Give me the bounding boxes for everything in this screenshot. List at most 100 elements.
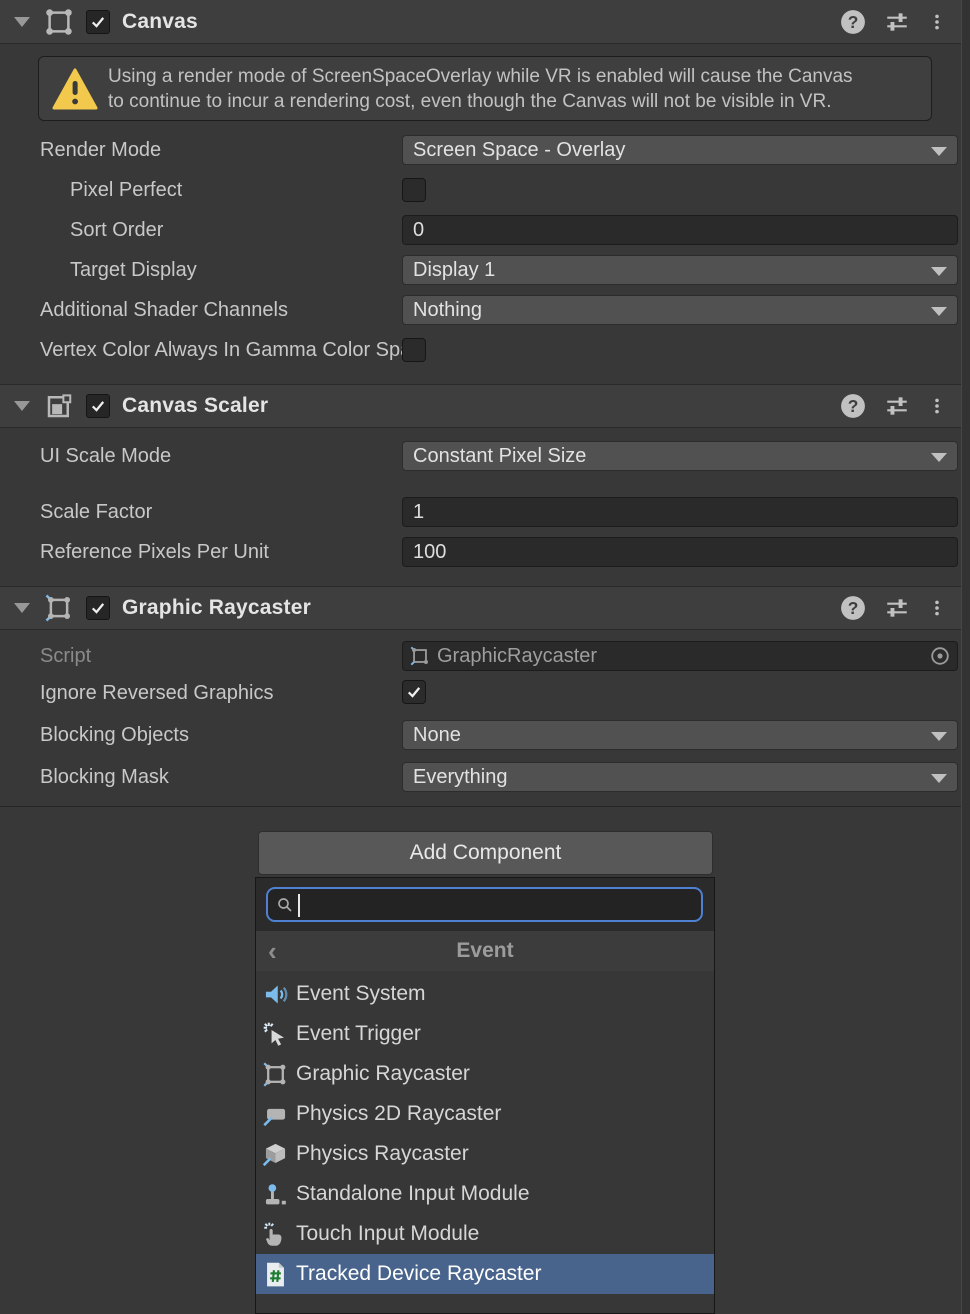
canvas-component-header[interactable]: Canvas ? (0, 0, 962, 44)
canvas-scaler-component-header[interactable]: Canvas Scaler ? (0, 384, 962, 428)
vertex-color-gamma-label: Vertex Color Always In Gamma Color Space (40, 335, 402, 365)
target-display-label: Target Display (70, 255, 197, 285)
component-menu-item[interactable]: Touch Input Module (256, 1214, 714, 1254)
physics-raycaster-icon (262, 1141, 289, 1168)
touch-input-module-icon (262, 1221, 289, 1248)
chevron-down-icon (931, 732, 947, 741)
chevron-down-icon (931, 267, 947, 276)
chevron-down-icon (931, 774, 947, 783)
help-icon[interactable]: ? (840, 595, 866, 621)
graphic-raycaster-enabled-checkbox[interactable] (86, 596, 110, 620)
target-display-dropdown[interactable]: Display 1 (402, 255, 958, 285)
blocking-mask-dropdown[interactable]: Everything (402, 762, 958, 792)
section-divider (0, 806, 962, 807)
object-picker-icon[interactable] (929, 645, 951, 667)
component-menu-item-label: Tracked Device Raycaster (296, 1262, 541, 1286)
additional-shader-channels-label: Additional Shader Channels (40, 295, 288, 325)
graphic-raycaster-icon (262, 1061, 289, 1088)
graphic-raycaster-icon (409, 645, 431, 667)
reference-pixels-per-unit-field[interactable]: 100 (402, 537, 958, 567)
presets-icon[interactable] (884, 595, 910, 621)
category-title: Event (456, 939, 513, 963)
search-icon (276, 896, 294, 914)
component-menu-item[interactable]: Graphic Raycaster (256, 1054, 714, 1094)
chevron-down-icon (931, 307, 947, 316)
event-trigger-icon (262, 1021, 289, 1048)
canvas-scaler-enabled-checkbox[interactable] (86, 394, 110, 418)
inspector-scrollbar[interactable] (961, 0, 970, 1314)
component-menu-item-label: Physics 2D Raycaster (296, 1102, 501, 1126)
category-header: ‹ Event (256, 931, 714, 971)
warning-text: Using a render mode of ScreenSpaceOverla… (108, 64, 853, 114)
component-menu-item-label: Touch Input Module (296, 1222, 479, 1246)
svg-text:?: ? (848, 396, 859, 416)
blocking-objects-dropdown[interactable]: None (402, 720, 958, 750)
component-menu-item-label: Graphic Raycaster (296, 1062, 470, 1086)
component-menu-item-label: Event System (296, 982, 426, 1006)
help-icon[interactable]: ? (840, 9, 866, 35)
kebab-menu-icon[interactable] (928, 9, 946, 35)
scale-factor-field[interactable]: 1 (402, 497, 958, 527)
component-menu-item[interactable]: Physics Raycaster (256, 1134, 714, 1174)
canvas-icon (44, 7, 74, 37)
component-title: Canvas (122, 10, 198, 34)
script-object-field[interactable]: GraphicRaycaster (402, 641, 958, 671)
component-menu-item[interactable]: Event Trigger (256, 1014, 714, 1054)
ignore-reversed-graphics-checkbox[interactable] (402, 680, 426, 704)
event-system-icon (262, 981, 289, 1008)
pixel-perfect-label: Pixel Perfect (70, 175, 182, 205)
presets-icon[interactable] (884, 393, 910, 419)
component-menu-item[interactable]: Physics 2D Raycaster (256, 1094, 714, 1134)
component-search-box[interactable] (266, 887, 703, 922)
sort-order-label: Sort Order (70, 215, 163, 245)
foldout-arrow-icon[interactable] (14, 17, 30, 27)
ignore-reversed-graphics-label: Ignore Reversed Graphics (40, 678, 273, 708)
script-label: Script (40, 641, 91, 671)
canvas-enabled-checkbox[interactable] (86, 10, 110, 34)
add-component-popup: ‹ Event Event System Event Trigger Graphic… (255, 877, 715, 1314)
blocking-mask-label: Blocking Mask (40, 762, 169, 792)
sort-order-field[interactable]: 0 (402, 215, 958, 245)
component-title: Canvas Scaler (122, 394, 268, 418)
component-menu-item[interactable]: Standalone Input Module (256, 1174, 714, 1214)
text-cursor (298, 894, 300, 917)
canvas-scaler-icon (44, 391, 74, 421)
foldout-arrow-icon[interactable] (14, 603, 30, 613)
svg-text:?: ? (848, 598, 859, 618)
foldout-arrow-icon[interactable] (14, 401, 30, 411)
presets-icon[interactable] (884, 9, 910, 35)
component-title: Graphic Raycaster (122, 596, 311, 620)
pixel-perfect-checkbox[interactable] (402, 178, 426, 202)
component-menu-item[interactable]: Event System (256, 974, 714, 1014)
kebab-menu-icon[interactable] (928, 595, 946, 621)
graphic-raycaster-component-header[interactable]: Graphic Raycaster ? (0, 586, 962, 630)
reference-pixels-per-unit-label: Reference Pixels Per Unit (40, 537, 269, 567)
warning-icon (52, 68, 98, 110)
svg-text:?: ? (848, 11, 859, 31)
component-menu-item[interactable]: Tracked Device Raycaster (256, 1254, 714, 1294)
graphic-raycaster-icon (44, 593, 74, 623)
render-mode-label: Render Mode (40, 135, 161, 165)
ui-scale-mode-label: UI Scale Mode (40, 441, 171, 471)
vr-render-mode-warning: Using a render mode of ScreenSpaceOverla… (38, 56, 932, 121)
component-menu-item-label: Event Trigger (296, 1022, 421, 1046)
csharp-script-icon (262, 1261, 289, 1288)
ui-scale-mode-dropdown[interactable]: Constant Pixel Size (402, 441, 958, 471)
additional-shader-channels-dropdown[interactable]: Nothing (402, 295, 958, 325)
component-menu-list: Event System Event Trigger Graphic Raycast… (256, 974, 714, 1294)
component-menu-item-label: Physics Raycaster (296, 1142, 469, 1166)
chevron-down-icon (931, 453, 947, 462)
component-menu-item-label: Standalone Input Module (296, 1182, 530, 1206)
add-component-button[interactable]: Add Component (258, 831, 713, 875)
render-mode-dropdown[interactable]: Screen Space - Overlay (402, 135, 958, 165)
physics-2d-raycaster-icon (262, 1101, 289, 1128)
chevron-down-icon (931, 147, 947, 156)
vertex-color-gamma-checkbox[interactable] (402, 338, 426, 362)
blocking-objects-label: Blocking Objects (40, 720, 189, 750)
help-icon[interactable]: ? (840, 393, 866, 419)
component-search-input[interactable] (298, 894, 701, 916)
scale-factor-label: Scale Factor (40, 497, 152, 527)
kebab-menu-icon[interactable] (928, 393, 946, 419)
standalone-input-module-icon (262, 1181, 289, 1208)
back-chevron-icon[interactable]: ‹ (268, 937, 286, 965)
